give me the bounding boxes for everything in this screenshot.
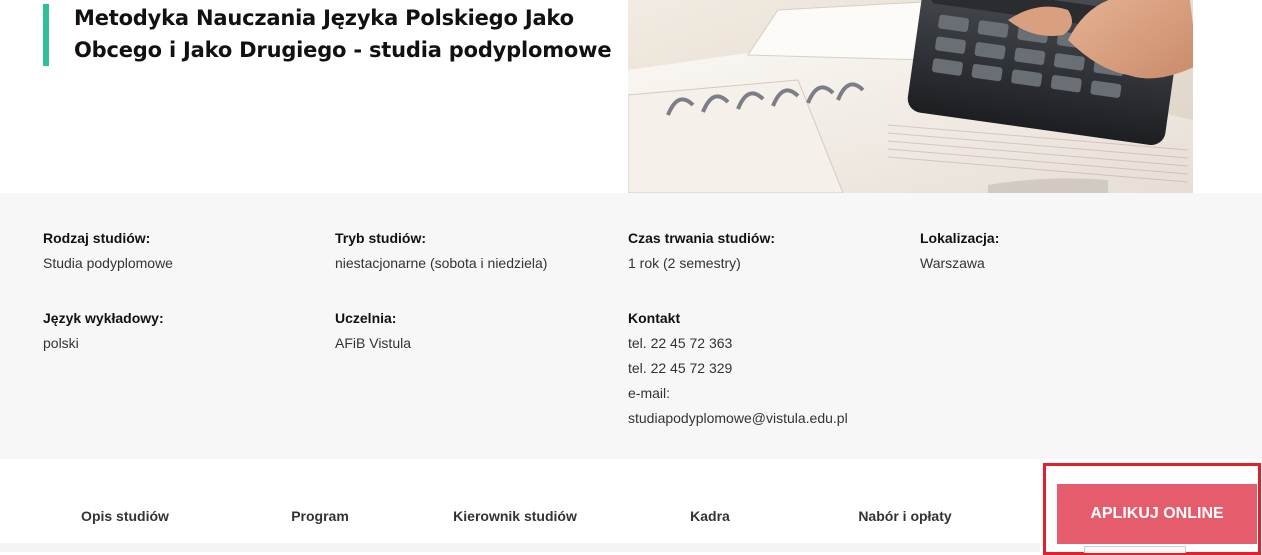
title-accent-bar — [43, 4, 49, 66]
study-info-panel: Rodzaj studiów: Studia podyplomowe Tryb … — [0, 193, 1262, 459]
contact-email-label: e-mail: — [628, 385, 671, 401]
tab-staff[interactable]: Kadra — [690, 508, 730, 524]
language-value: polski — [43, 335, 79, 351]
study-mode-label: Tryb studiów: — [335, 230, 426, 246]
language-field: Język wykładowy: polski — [43, 306, 164, 356]
tab-study-description[interactable]: Opis studiów — [81, 508, 169, 524]
duration-value: 1 rok (2 semestry) — [628, 255, 741, 271]
university-label: Uczelnia: — [335, 310, 397, 326]
contact-label: Kontakt — [628, 310, 681, 326]
location-label: Lokalizacja: — [920, 230, 1000, 246]
duration-field: Czas trwania studiów: 1 rok (2 semestry) — [628, 226, 775, 276]
study-type-field: Rodzaj studiów: Studia podyplomowe — [43, 226, 173, 276]
apply-online-button[interactable]: APLIKUJ ONLINE — [1057, 484, 1257, 544]
university-field: Uczelnia: AFiB Vistula — [335, 306, 411, 356]
study-mode-value: niestacjonarne (sobota i niedziela) — [335, 255, 548, 271]
study-mode-field: Tryb studiów: niestacjonarne (sobota i n… — [335, 226, 547, 276]
language-label: Język wykładowy: — [43, 310, 164, 326]
study-type-value: Studia podyplomowe — [43, 255, 173, 271]
duration-label: Czas trwania studiów: — [628, 230, 776, 246]
contact-field: Kontakt tel. 22 45 72 363 tel. 22 45 72 … — [628, 306, 848, 431]
location-field: Lokalizacja: Warszawa — [920, 226, 999, 276]
university-value: AFiB Vistula — [335, 335, 411, 351]
study-type-label: Rodzaj studiów: — [43, 230, 151, 246]
tabs-divider — [0, 543, 1040, 552]
contact-phone-2[interactable]: tel. 22 45 72 329 — [628, 356, 848, 381]
contact-email-link[interactable]: studiapodyplomowe@vistula.edu.pl — [628, 406, 848, 431]
contact-phone-1[interactable]: tel. 22 45 72 363 — [628, 331, 848, 356]
location-value: Warszawa — [920, 255, 985, 271]
tab-admission-fees[interactable]: Nabór i opłaty — [858, 508, 951, 524]
page-title: Metodyka Nauczania Języka Polskiego Jako… — [74, 6, 612, 62]
hero-section: Metodyka Nauczania Języka Polskiego Jako… — [0, 0, 1262, 193]
hero-photo — [628, 0, 1193, 193]
tab-program-director[interactable]: Kierownik studiów — [453, 508, 577, 524]
tab-program[interactable]: Program — [291, 508, 349, 524]
